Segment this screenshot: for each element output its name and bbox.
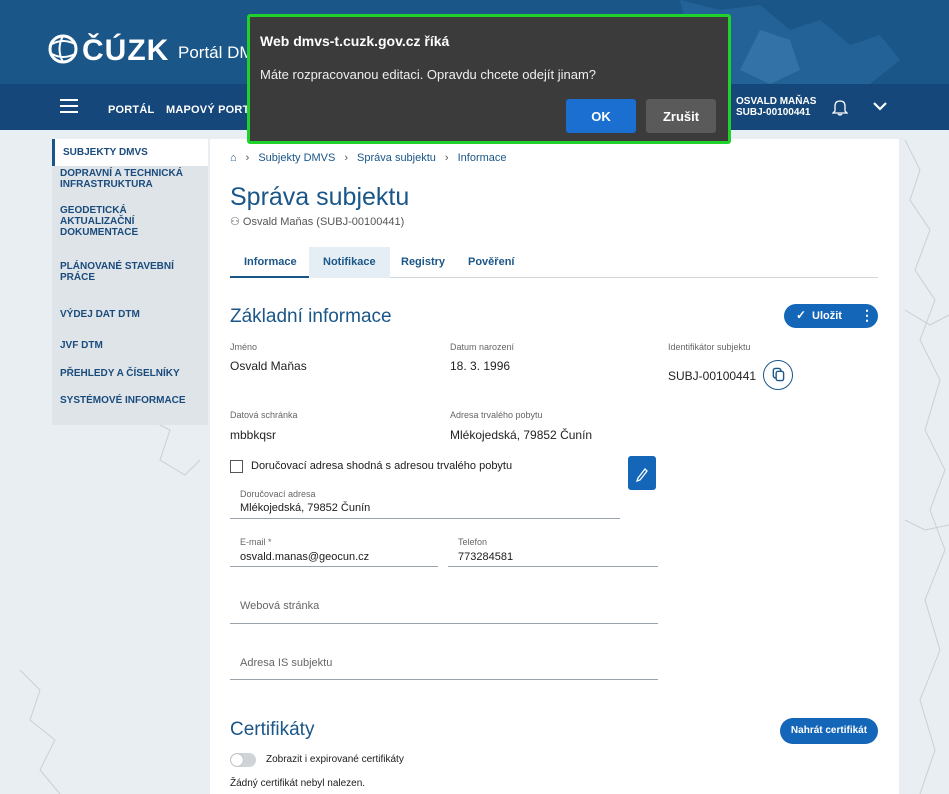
more-options-icon[interactable]: ⋮ (860, 307, 874, 324)
sidebar-item-vydej[interactable]: VÝDEJ DAT DTM (52, 309, 148, 320)
sidebar-item-subjekty[interactable]: SUBJEKTY DMVS (52, 139, 208, 166)
logo-text: ČÚZK (82, 34, 170, 67)
chevron-down-icon[interactable] (872, 100, 888, 112)
sidebar-item-jvf[interactable]: JVF DTM (52, 340, 111, 351)
portal-title: Portál DM (178, 43, 254, 62)
page-subtitle: ⚇ Osvald Maňas (SUBJ-00100441) (230, 216, 405, 228)
breadcrumb-sprava[interactable]: Správa subjektu (357, 152, 436, 164)
email-label: E-mail * (240, 537, 272, 547)
check-icon: ✓ (796, 308, 807, 322)
nav-map-portal[interactable]: MAPOVÝ PORT (166, 104, 250, 116)
is-address-underline (230, 679, 658, 680)
globe-logo-icon (48, 34, 78, 64)
delivery-address-label: Doručovací adresa (240, 489, 316, 499)
phone-underline (448, 566, 658, 567)
breadcrumb: ⌂ › Subjekty DMVS › Správa subjektu › Informac… (230, 152, 507, 164)
user-icon: ⚇ (230, 216, 243, 228)
dob-value: 18. 3. 1996 (450, 359, 511, 373)
delivery-address-input[interactable]: Mlékojedská, 79852 Čunín (240, 502, 370, 514)
dob-label: Datum narození (450, 342, 515, 352)
id-value: SUBJ-00100441 (668, 369, 757, 383)
no-certificates-text: Žádný certifikát nebyl nalezen. (230, 778, 366, 789)
email-input[interactable]: osvald.manas@geocun.cz (240, 551, 369, 563)
home-icon[interactable]: ⌂ (230, 152, 237, 164)
tabs: Informace Notifikace Registry Pověření (230, 247, 878, 278)
upload-certificate-button[interactable]: Nahrát certifikát (780, 718, 878, 744)
sidebar-item-infrastruktura[interactable]: DOPRAVNÍ A TECHNICKÁ INFRASTRUKTURA (52, 168, 202, 190)
user-id: SUBJ-00100441 (736, 107, 811, 118)
sidebar-item-gad[interactable]: GEODETICKÁ AKTUALIZAČNÍ DOKUMENTACE (52, 205, 172, 238)
hamburger-menu-icon[interactable] (60, 99, 78, 113)
same-address-checkbox[interactable] (230, 460, 243, 473)
name-value: Osvald Maňas (230, 359, 307, 373)
bell-icon[interactable] (832, 98, 848, 116)
cuzk-logo[interactable]: ČÚZK (48, 34, 169, 68)
certificates-heading: Certifikáty (230, 719, 315, 740)
user-name: OSVALD MAŇAS (736, 96, 817, 107)
pencil-icon (635, 468, 648, 483)
sidebar-item-planovane[interactable]: PLÁNOVANÉ STAVEBNÍ PRÁCE (52, 261, 182, 283)
user-info[interactable]: OSVALD MAŇAS SUBJ-00100441 (736, 96, 816, 118)
page-title: Správa subjektu (230, 183, 410, 211)
same-address-label: Doručovací adresa shodná s adresou trval… (251, 460, 513, 472)
expired-certs-label: Zobrazit i expirované certifikáty (266, 754, 404, 765)
sidebar: SUBJEKTY DMVS DOPRAVNÍ A TECHNICKÁ INFRA… (52, 139, 208, 425)
edit-address-button[interactable] (628, 456, 656, 490)
breadcrumb-subjekty[interactable]: Subjekty DMVS (258, 152, 335, 164)
tab-informace[interactable]: Informace (230, 247, 311, 278)
id-label: Identifikátor subjektu (668, 342, 751, 352)
dialog-message: Máte rozpracovanou editaci. Opravdu chce… (260, 67, 597, 82)
sidebar-item-systemove[interactable]: SYSTÉMOVÉ INFORMACE (52, 395, 194, 406)
nav-portal[interactable]: PORTÁL (108, 104, 154, 116)
ok-button[interactable]: OK (566, 99, 636, 133)
tab-povereni[interactable]: Pověření (454, 247, 528, 278)
save-button[interactable]: ✓ Uložit ⋮ (784, 304, 878, 328)
address-label: Adresa trvalého pobytu (450, 410, 543, 420)
tab-registry[interactable]: Registry (387, 247, 459, 278)
phone-label: Telefon (458, 537, 488, 547)
dialog-title: Web dmvs-t.cuzk.gov.cz říká (260, 33, 450, 49)
address-value: Mlékojedská, 79852 Čunín (450, 428, 593, 442)
phone-input[interactable]: 773284581 (458, 551, 513, 563)
email-underline (230, 566, 438, 567)
databox-label: Datová schránka (230, 410, 298, 420)
web-input[interactable]: Webová stránka (240, 600, 319, 612)
cancel-button[interactable]: Zrušit (646, 99, 716, 133)
main-panel: ⌂ › Subjekty DMVS › Správa subjektu › Informac… (210, 139, 899, 794)
copy-id-button[interactable] (763, 360, 793, 390)
tab-notifikace[interactable]: Notifikace (309, 247, 390, 278)
basic-info-heading: Základní informace (230, 306, 392, 327)
is-address-input[interactable]: Adresa IS subjektu (240, 657, 332, 669)
delivery-address-underline (230, 518, 620, 519)
copy-icon (772, 367, 785, 382)
sidebar-item-prehledy[interactable]: PŘEHLEDY A ČÍSELNÍKY (52, 368, 188, 379)
databox-value: mbbkqsr (230, 428, 277, 442)
breadcrumb-informace: Informace (457, 152, 507, 164)
web-underline (230, 623, 658, 624)
expired-certs-toggle[interactable] (230, 753, 256, 767)
name-label: Jméno (230, 342, 258, 352)
confirm-dialog: Web dmvs-t.cuzk.gov.cz říká Máte rozprac… (247, 14, 731, 144)
